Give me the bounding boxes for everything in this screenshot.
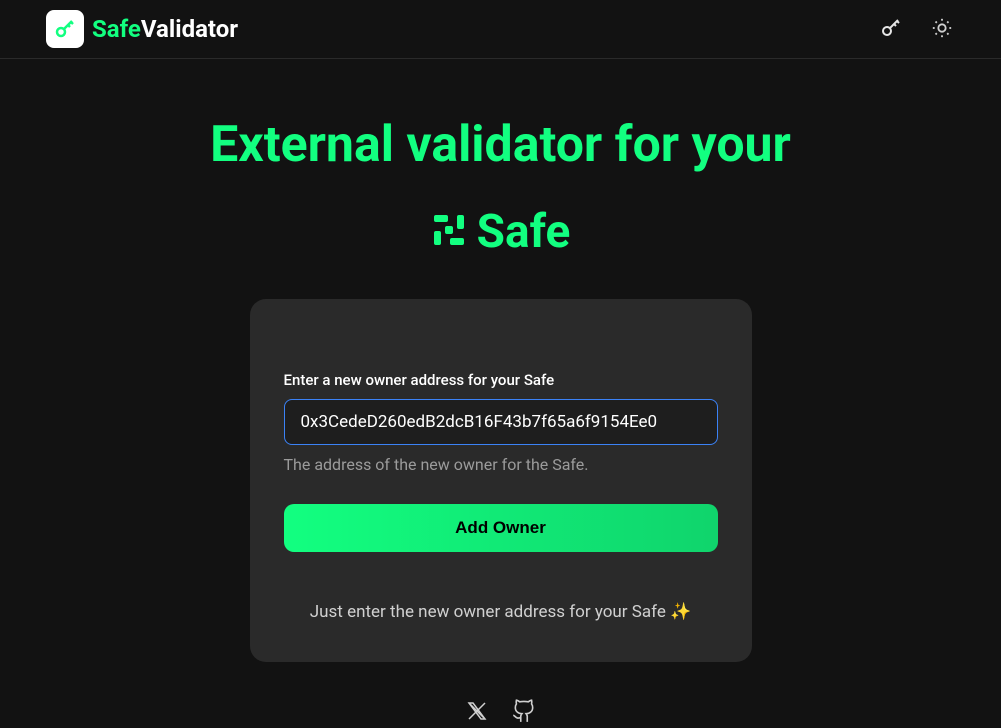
safe-text: Safe: [477, 205, 571, 259]
safe-logo-icon: [431, 212, 467, 252]
brand-text: SafeValidator: [92, 15, 238, 43]
brand-validator: Validator: [141, 15, 238, 43]
nav-actions: [877, 14, 955, 45]
hero-subtitle: Safe: [431, 205, 571, 259]
owner-address-label: Enter a new owner address for your Safe: [284, 371, 718, 389]
brand-safe: Safe: [92, 15, 141, 43]
hero-title: External validator for your: [210, 115, 791, 175]
navbar: SafeValidator: [0, 0, 1001, 59]
theme-toggle-button[interactable]: [929, 15, 955, 44]
owner-address-hint: The address of the new owner for the Saf…: [284, 455, 718, 474]
x-twitter-icon[interactable]: [465, 699, 489, 727]
key-icon: [879, 16, 903, 43]
help-text: Just enter the new owner address for you…: [284, 602, 718, 622]
form-card: Enter a new owner address for your Safe …: [250, 299, 752, 662]
brand[interactable]: SafeValidator: [46, 10, 238, 48]
brand-key-icon: [46, 10, 84, 48]
sun-icon: [931, 17, 953, 42]
main-content: External validator for your Safe Enter a…: [0, 59, 1001, 728]
key-button[interactable]: [877, 14, 905, 45]
owner-address-input[interactable]: [284, 399, 718, 445]
add-owner-button[interactable]: Add Owner: [284, 504, 718, 552]
